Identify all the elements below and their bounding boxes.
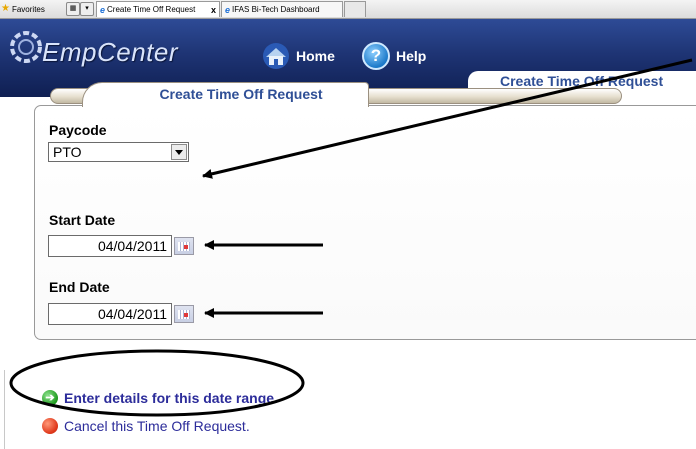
help-icon: ? xyxy=(362,42,390,70)
calendar-icon[interactable] xyxy=(174,237,194,255)
paycode-label: Paycode xyxy=(49,122,107,138)
cancel-request-link[interactable]: Cancel this Time Off Request. xyxy=(42,418,250,434)
page-title: Create Time Off Request xyxy=(500,73,664,89)
start-date-input[interactable]: 04/04/2011 xyxy=(48,235,172,257)
home-link[interactable]: Home xyxy=(262,42,335,70)
end-date-label: End Date xyxy=(49,279,110,295)
ie-icon: e xyxy=(225,4,231,15)
tab-title: Create Time Off Request xyxy=(107,5,196,14)
stop-icon xyxy=(42,418,58,434)
enter-details-link[interactable]: ➔ Enter details for this date range. xyxy=(42,390,278,406)
tab-title: IFAS Bi-Tech Dashboard xyxy=(232,5,320,14)
paycode-select[interactable]: PTO xyxy=(48,142,189,162)
go-arrow-icon: ➔ xyxy=(42,390,58,406)
favorites-label: Favorites xyxy=(11,4,45,14)
start-date-label: Start Date xyxy=(49,212,116,228)
quick-tabs-icon[interactable]: ▦ xyxy=(66,2,80,16)
enter-details-label: Enter details for this date range. xyxy=(64,390,278,406)
new-tab-button[interactable] xyxy=(344,1,366,17)
tab-ifas-dashboard[interactable]: e IFAS Bi-Tech Dashboard xyxy=(221,1,343,17)
chevron-down-icon[interactable] xyxy=(171,144,187,160)
paycode-value: PTO xyxy=(53,144,82,160)
calendar-icon[interactable] xyxy=(174,305,194,323)
end-date-input[interactable]: 04/04/2011 xyxy=(48,303,172,325)
ie-icon: e xyxy=(100,4,106,15)
favorites-button[interactable]: ★ Favorites xyxy=(1,2,45,16)
brand-name: EmpCenter xyxy=(42,37,178,67)
star-icon: ★ xyxy=(1,3,10,14)
help-link[interactable]: ? Help xyxy=(362,42,426,70)
tab-create-time-off-request[interactable]: e Create Time Off Request x xyxy=(96,1,220,17)
divider xyxy=(4,370,5,449)
home-label: Home xyxy=(296,48,335,64)
empcenter-logo-icon xyxy=(10,31,42,63)
home-icon xyxy=(263,43,289,69)
help-label: Help xyxy=(396,48,427,64)
tab-list-dropdown-icon[interactable]: ▾ xyxy=(80,2,94,16)
browser-tab-strip: ★ Favorites ▦ ▾ e Create Time Off Reques… xyxy=(0,0,696,19)
close-tab-icon[interactable]: x xyxy=(211,5,216,15)
section-title: Create Time Off Request xyxy=(159,86,323,102)
cancel-label: Cancel this Time Off Request. xyxy=(64,418,250,434)
